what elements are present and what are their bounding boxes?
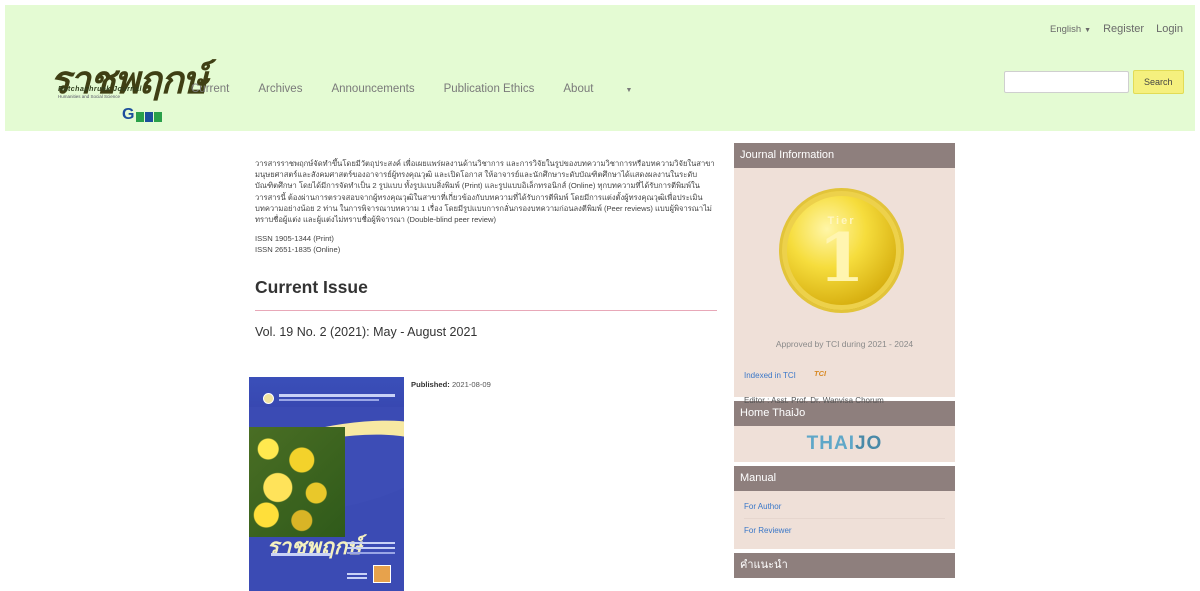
issn-print: ISSN 1905-1344 (Print) bbox=[255, 234, 334, 244]
g-badge-logo: G bbox=[122, 107, 167, 123]
current-issue-heading: Current Issue bbox=[255, 277, 717, 312]
search-form: Search bbox=[1004, 70, 1184, 94]
manual-block: Manual For Author For Reviewer bbox=[734, 466, 955, 549]
language-label: English bbox=[1050, 23, 1082, 35]
manual-link-for-author[interactable]: For Author bbox=[744, 495, 945, 519]
logo-wordmark: ราชพฤกษ์ bbox=[50, 57, 208, 102]
cover-stamp-icon bbox=[373, 565, 391, 583]
manual-links: For Author For Reviewer bbox=[734, 491, 955, 549]
editor-name: Editor : Asst. Prof. Dr. Wanvisa Chorum bbox=[744, 396, 884, 405]
thaijo-logo-link[interactable]: THAIJO bbox=[734, 426, 955, 462]
nav-announcements[interactable]: Announcements bbox=[331, 83, 414, 95]
issn-online: ISSN 2651-1835 (Online) bbox=[255, 245, 341, 255]
issn-info: ISSN 1905-1344 (Print) ISSN 2651-1835 (O… bbox=[255, 233, 717, 255]
login-link[interactable]: Login bbox=[1156, 23, 1183, 35]
published-label: Published: bbox=[411, 380, 450, 389]
tci-logo[interactable]: TCI bbox=[814, 369, 826, 378]
issue-cover-image[interactable]: ราชพฤกษ์ bbox=[249, 377, 404, 591]
thaijo-logo-thai: THAI bbox=[806, 433, 855, 454]
tci-approval-text: Approved by TCI during 2021 - 2024 bbox=[775, 339, 914, 349]
nav-current[interactable]: Current bbox=[191, 83, 229, 95]
cover-issue-text bbox=[347, 542, 395, 544]
recommend-block: คำแนะนำ bbox=[734, 553, 955, 578]
nav-publication-ethics[interactable]: Publication Ethics bbox=[444, 83, 535, 95]
cover-header-line bbox=[279, 399, 379, 401]
nav-archives[interactable]: Archives bbox=[258, 83, 302, 95]
logo-tagline: Humanities and Social Science bbox=[58, 94, 121, 99]
issue-title-link[interactable]: Vol. 19 No. 2 (2021): May - August 2021 bbox=[255, 325, 717, 339]
medal-number: 1 bbox=[818, 219, 865, 297]
published-date: Published: 2021-08-09 bbox=[411, 380, 491, 389]
badge-blocks-icon bbox=[136, 112, 162, 122]
top-nav: English ▼ Register Login bbox=[1050, 23, 1183, 35]
main-nav: Current Archives Announcements Publicati… bbox=[191, 83, 661, 95]
language-dropdown[interactable]: English ▼ bbox=[1050, 24, 1091, 35]
home-thaijo-block: Home ThaiJo THAIJO bbox=[734, 401, 955, 462]
university-emblem-icon bbox=[263, 393, 274, 404]
register-link[interactable]: Register bbox=[1103, 23, 1144, 35]
journal-information-title: Journal Information bbox=[734, 143, 955, 168]
cover-header-line bbox=[279, 394, 395, 397]
published-value: 2021-08-09 bbox=[451, 380, 491, 389]
cover-flowers-image bbox=[249, 427, 345, 537]
indexed-in-tci-link[interactable]: Indexed in TCI bbox=[744, 371, 796, 380]
g-badge-letter: G bbox=[122, 106, 135, 123]
manual-title: Manual bbox=[734, 466, 955, 491]
cover-wordmark: ราชพฤกษ์ bbox=[267, 534, 362, 560]
journal-information-body: Tier 1 Approved by TCI during 2021 - 202… bbox=[734, 168, 955, 405]
sidebar: Journal Information Tier 1 Approved by T… bbox=[734, 143, 955, 582]
tier-1-medal-icon: Tier 1 bbox=[779, 188, 904, 313]
thaijo-logo-jo: JO bbox=[854, 433, 883, 454]
main-content: วารสารราชพฤกษ์จัดทำขึ้นโดยมีวัตถุประสงค์… bbox=[255, 158, 717, 389]
recommend-title: คำแนะนำ bbox=[734, 553, 955, 578]
thaijo-logo: THAIJO bbox=[807, 433, 883, 455]
manual-link-for-reviewer[interactable]: For Reviewer bbox=[744, 519, 945, 543]
journal-logo[interactable]: ราชพฤกษ์ Ratchaphruek Journal Humanities… bbox=[50, 49, 208, 127]
journal-description: วารสารราชพฤกษ์จัดทำขึ้นโดยมีวัตถุประสงค์… bbox=[255, 159, 715, 225]
search-input[interactable] bbox=[1004, 71, 1129, 93]
site-header: English ▼ Register Login ราชพฤกษ์ Ratchap… bbox=[5, 5, 1195, 131]
chevron-down-icon: ▼ bbox=[625, 87, 633, 94]
nav-about[interactable]: About ▼ bbox=[563, 83, 632, 95]
search-button[interactable]: Search bbox=[1133, 70, 1184, 94]
cover-issn-text bbox=[347, 573, 367, 575]
cover-subtitle-line bbox=[271, 553, 331, 556]
chevron-down-icon: ▼ bbox=[1084, 26, 1092, 34]
logo-subtitle: Ratchaphruek Journal bbox=[58, 86, 142, 93]
nav-about-label: About bbox=[563, 83, 594, 95]
journal-information-block: Journal Information Tier 1 Approved by T… bbox=[734, 143, 955, 405]
